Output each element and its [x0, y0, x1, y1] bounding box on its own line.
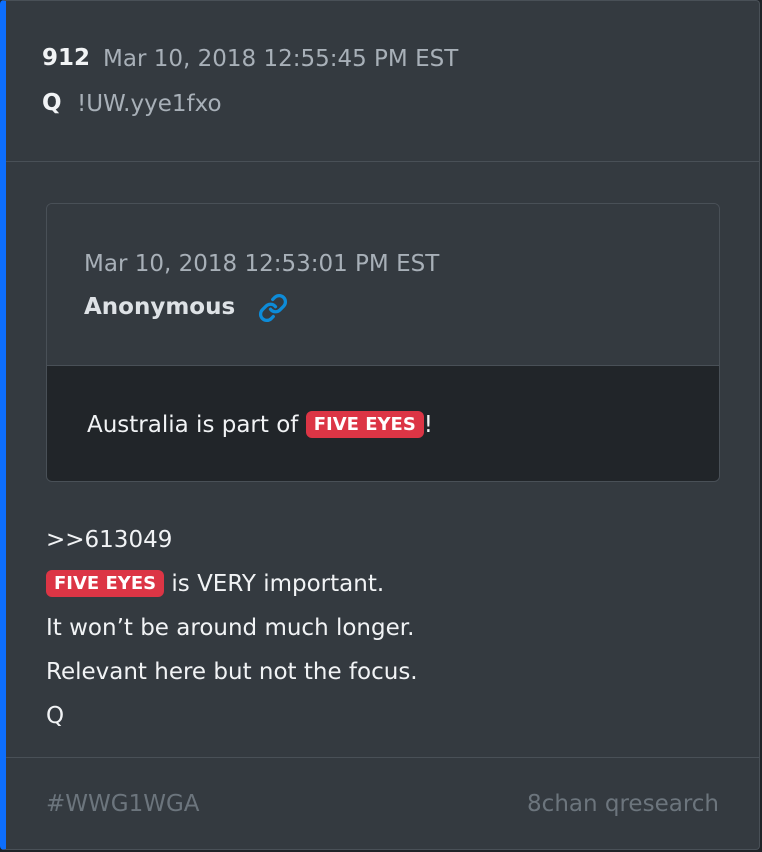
five-eyes-tag: FIVE EYES	[305, 411, 424, 438]
source-label: 8chan qresearch	[527, 791, 719, 817]
link-icon[interactable]	[258, 293, 288, 323]
body-line-text: is VERY important.	[164, 571, 385, 597]
post-tripcode: !UW.yye1fxo	[77, 91, 222, 117]
post-author: Q	[42, 90, 62, 116]
post-number: 912	[42, 45, 91, 71]
post-body: >>613049 FIVE EYES is VERY important. It…	[46, 518, 418, 738]
quoted-text-before: Australia is part of	[87, 412, 306, 438]
post-footer: #WWG1WGA 8chan qresearch	[6, 757, 759, 851]
body-line-five-eyes: FIVE EYES is VERY important.	[46, 562, 418, 606]
post-card: 912 Mar 10, 2018 12:55:45 PM EST Q !UW.y…	[0, 0, 760, 850]
quoted-post-body: Australia is part of FIVE EYES!	[47, 366, 719, 481]
quoted-post-author: Anonymous	[84, 294, 236, 320]
five-eyes-tag: FIVE EYES	[46, 570, 165, 597]
post-timestamp: Mar 10, 2018 12:55:45 PM EST	[103, 46, 459, 72]
quoted-post-text: Australia is part of FIVE EYES!	[87, 411, 433, 438]
quoted-text-after: !	[423, 412, 434, 438]
quoted-post-header: Mar 10, 2018 12:53:01 PM EST Anonymous	[47, 204, 719, 366]
body-line: It won’t be around much longer.	[46, 615, 415, 641]
post-header: 912 Mar 10, 2018 12:55:45 PM EST Q !UW.y…	[6, 1, 759, 162]
body-line: Relevant here but not the focus.	[46, 659, 418, 685]
quoted-post-timestamp: Mar 10, 2018 12:53:01 PM EST	[84, 251, 440, 277]
post-signature: Q	[46, 703, 65, 729]
reply-reference: >>613049	[46, 527, 173, 553]
hashtag: #WWG1WGA	[46, 791, 200, 817]
quoted-post: Mar 10, 2018 12:53:01 PM EST Anonymous A…	[46, 203, 720, 482]
